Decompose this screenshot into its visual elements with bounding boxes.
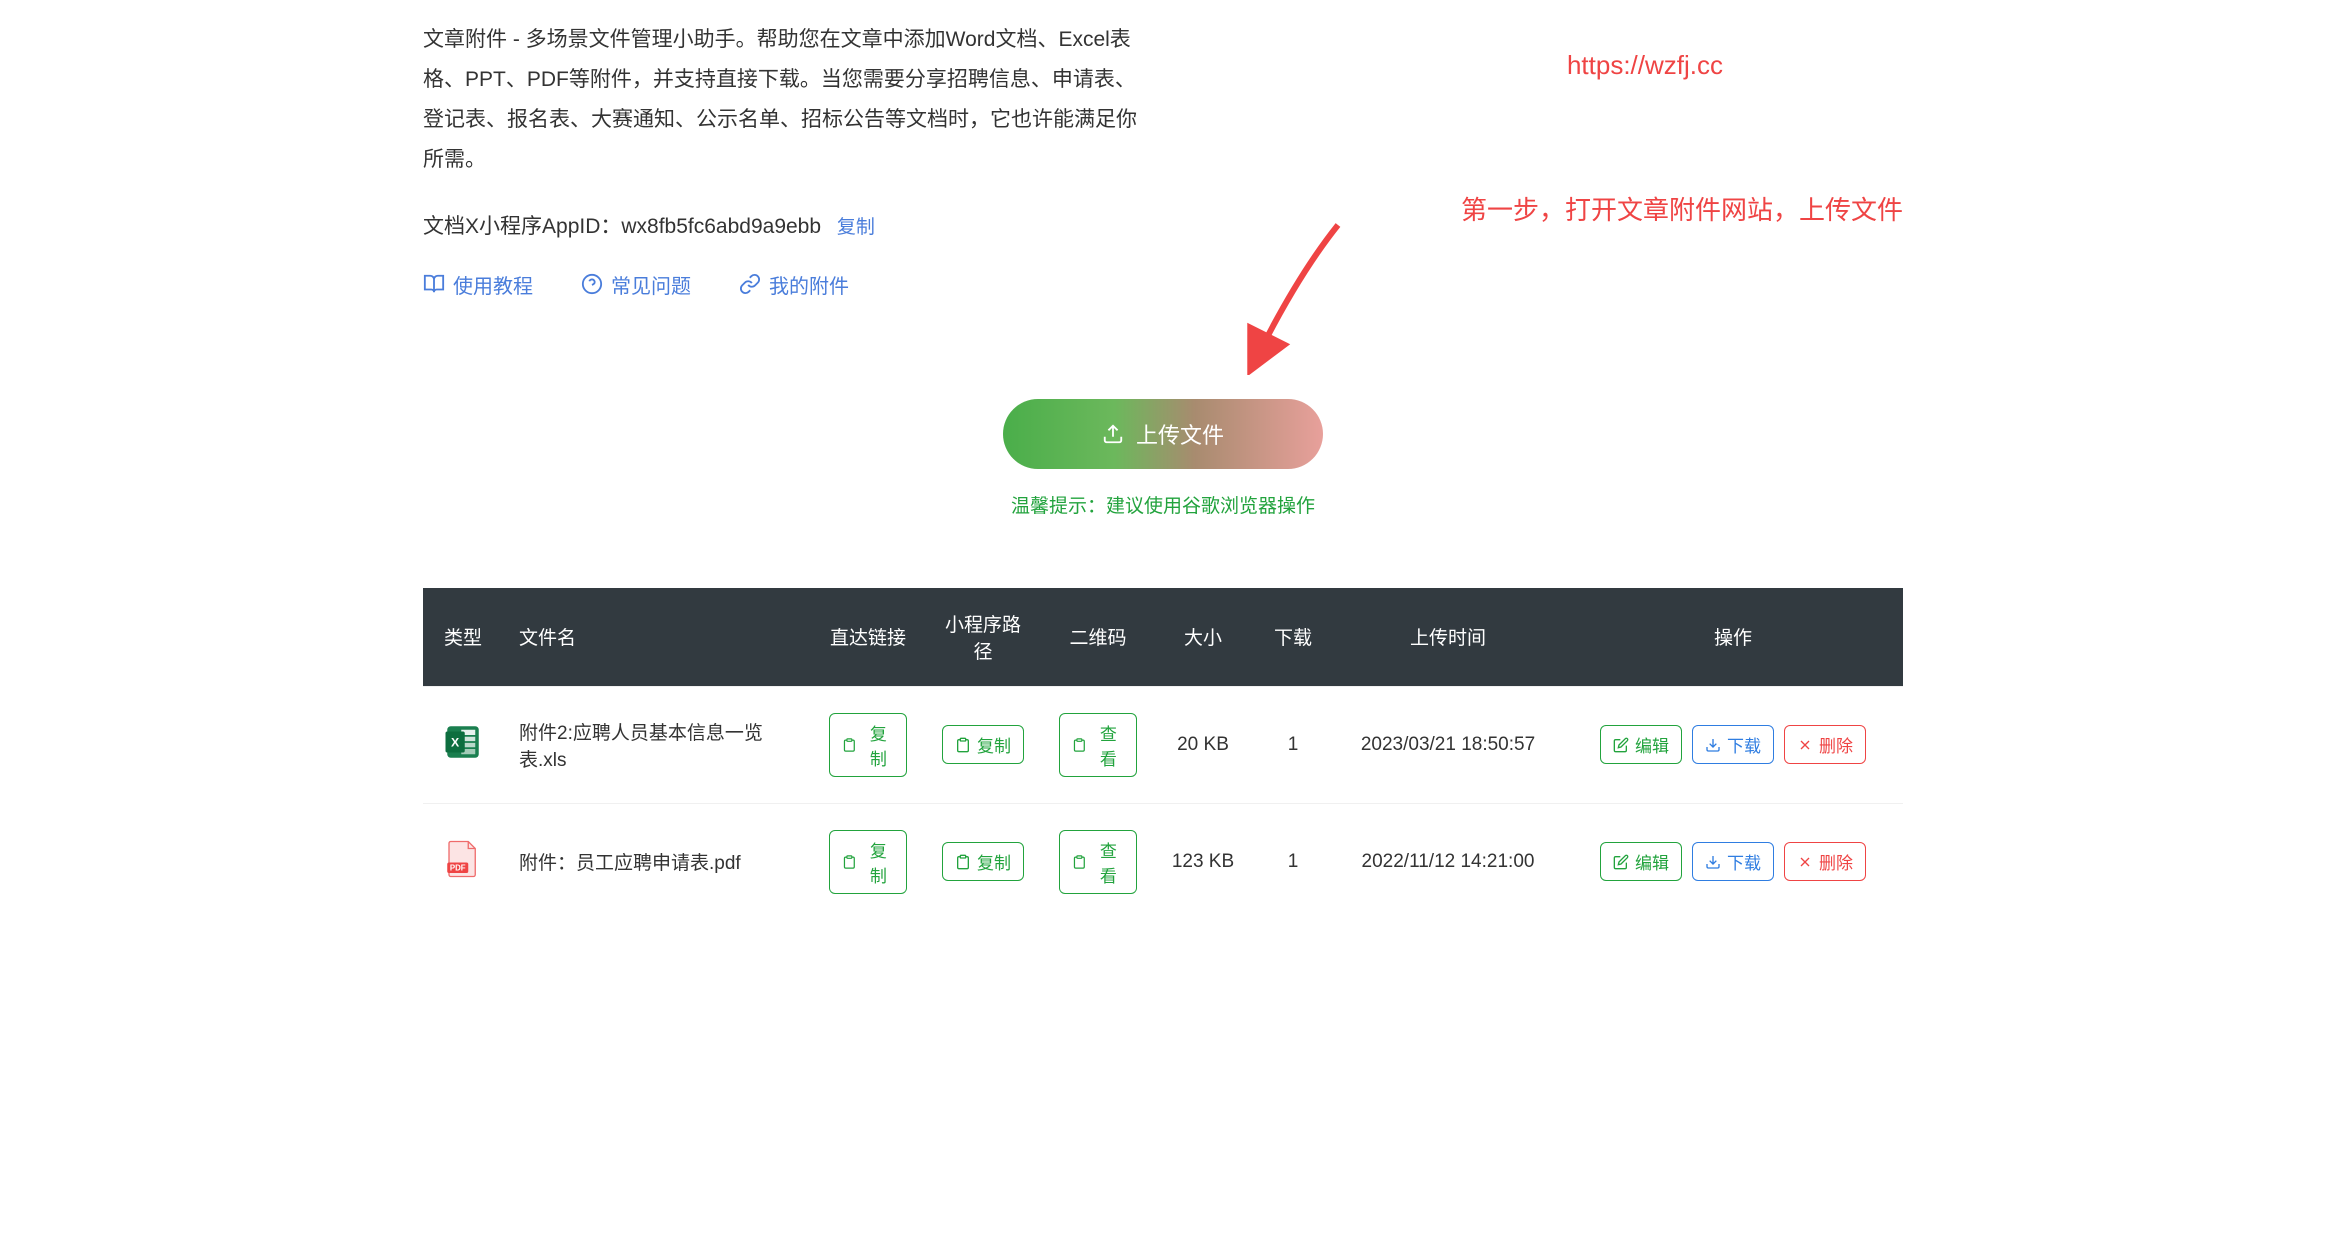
appid-value: wx8fb5fc6abd9a9ebb xyxy=(621,215,821,238)
copy-miniapp-path-button[interactable]: 复制 xyxy=(942,842,1024,881)
download-count-cell: 1 xyxy=(1253,686,1333,803)
table-row: X附件2:应聘人员基本信息一览表.xls复制复制查看20 KB12023/03/… xyxy=(423,686,1903,803)
nav-my-files-label: 我的附件 xyxy=(769,270,849,299)
th-qrcode: 二维码 xyxy=(1043,588,1153,687)
delete-button[interactable]: 删除 xyxy=(1784,842,1866,881)
svg-text:X: X xyxy=(451,735,460,749)
delete-button[interactable]: 删除 xyxy=(1784,725,1866,764)
svg-text:PDF: PDF xyxy=(450,863,466,872)
download-button[interactable]: 下载 xyxy=(1692,725,1774,764)
th-direct-link: 直达链接 xyxy=(813,588,923,687)
nav-tutorial-label: 使用教程 xyxy=(453,270,533,299)
size-cell: 123 KB xyxy=(1153,803,1253,920)
upload-time-cell: 2023/03/21 18:50:57 xyxy=(1333,686,1563,803)
upload-icon xyxy=(1102,423,1124,445)
upload-button-label: 上传文件 xyxy=(1136,418,1224,450)
annotation-url: https://wzfj.cc xyxy=(1567,50,1723,81)
edit-button[interactable]: 编辑 xyxy=(1600,725,1682,764)
th-size: 大小 xyxy=(1153,588,1253,687)
copy-directlink-button[interactable]: 复制 xyxy=(829,713,907,777)
download-count-cell: 1 xyxy=(1253,803,1333,920)
page-description: 文章附件 - 多场景文件管理小助手。帮助您在文章中添加Word文档、Excel表… xyxy=(423,20,1143,180)
nav-tutorial-link[interactable]: 使用教程 xyxy=(423,270,533,299)
copy-appid-button[interactable]: 复制 xyxy=(837,217,875,238)
help-circle-icon xyxy=(581,273,603,295)
th-download: 下载 xyxy=(1253,588,1333,687)
filename-cell: 附件：员工应聘申请表.pdf xyxy=(503,803,813,920)
th-miniapp-path: 小程序路径 xyxy=(923,588,1043,687)
download-button[interactable]: 下载 xyxy=(1692,842,1774,881)
size-cell: 20 KB xyxy=(1153,686,1253,803)
book-icon xyxy=(423,273,445,295)
copy-miniapp-path-button[interactable]: 复制 xyxy=(942,725,1024,764)
nav-faq-label: 常见问题 xyxy=(611,270,691,299)
file-type-icon: PDF xyxy=(442,864,484,885)
th-action: 操作 xyxy=(1563,588,1903,687)
nav-faq-link[interactable]: 常见问题 xyxy=(581,270,691,299)
upload-time-cell: 2022/11/12 14:21:00 xyxy=(1333,803,1563,920)
file-table: 类型 文件名 直达链接 小程序路径 二维码 大小 下载 上传时间 操作 X 附件2… xyxy=(423,588,1903,920)
th-upload-time: 上传时间 xyxy=(1333,588,1563,687)
view-qrcode-button[interactable]: 查看 xyxy=(1059,713,1137,777)
annotation-step1: 第一步，打开文章附件网站，上传文件 xyxy=(1461,190,1903,227)
edit-button[interactable]: 编辑 xyxy=(1600,842,1682,881)
appid-label: 文档X小程序AppID： xyxy=(423,215,621,238)
nav-my-files-link[interactable]: 我的附件 xyxy=(739,270,849,299)
th-filename: 文件名 xyxy=(503,588,813,687)
table-row: PDF附件：员工应聘申请表.pdf复制复制查看123 KB12022/11/12… xyxy=(423,803,1903,920)
upload-hint: 温馨提示：建议使用谷歌浏览器操作 xyxy=(423,491,1903,518)
filename-cell: 附件2:应聘人员基本信息一览表.xls xyxy=(503,686,813,803)
th-type: 类型 xyxy=(423,588,503,687)
view-qrcode-button[interactable]: 查看 xyxy=(1059,830,1137,894)
link-icon xyxy=(739,273,761,295)
upload-button[interactable]: 上传文件 xyxy=(1003,399,1323,469)
file-type-icon: X xyxy=(442,747,484,768)
annotation-arrow xyxy=(1238,215,1358,380)
copy-directlink-button[interactable]: 复制 xyxy=(829,830,907,894)
